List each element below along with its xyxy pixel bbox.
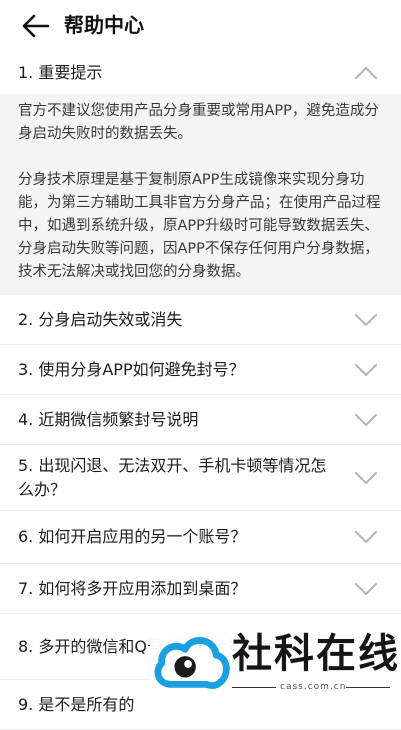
faq-item-label: 3. 使用分身APP如何避免封号？ [18, 359, 245, 379]
divider [346, 687, 390, 688]
answer-paragraph: 官方不建议您使用产品分身重要或常用APP，避免造成分身启动失败时的数据丢失。 [18, 103, 379, 142]
faq-item-label: 5. 出现闪退、无法双开、手机卡顿等情况怎么办？ [18, 455, 327, 499]
chevron-down-icon[interactable] [355, 471, 377, 484]
watermark-url: cass.com.cn [280, 682, 347, 692]
faq-item-header[interactable]: 7. 如何将多开应用添加到桌面？ [0, 564, 401, 613]
faq-item-header[interactable]: 1. 重要提示 [0, 52, 401, 94]
faq-item-header[interactable]: 4. 近期微信频繁封号说明 [0, 395, 401, 444]
faq-item-label: 1. 重要提示 [18, 63, 103, 82]
watermark-text: 社科在线 [232, 631, 400, 677]
faq-item-3[interactable]: 3. 使用分身APP如何避免封号？ [0, 345, 401, 395]
faq-item-header[interactable]: 6. 如何开启应用的另一个账号？ [0, 511, 401, 563]
chevron-down-icon[interactable] [355, 363, 377, 376]
chevron-down-icon[interactable] [355, 313, 377, 326]
faq-item-2[interactable]: 2. 分身启动失效或消失 [0, 295, 401, 345]
watermark: 社科在线 cass.com.cn [150, 620, 401, 713]
cloud-logo-icon [154, 637, 230, 690]
header: 帮助中心 [0, 0, 401, 52]
answer-paragraph: 分身技术原理是基于复制原APP生成镜像来实现分身功能，为第三方辅助工具非官方分身… [18, 172, 381, 280]
faq-item-4[interactable]: 4. 近期微信频繁封号说明 [0, 395, 401, 445]
divider [232, 687, 276, 688]
faq-item-label: 2. 分身启动失效或消失 [18, 309, 183, 329]
chevron-down-icon[interactable] [355, 531, 377, 543]
faq-item-header[interactable]: 2. 分身启动失效或消失 [0, 295, 401, 344]
faq-item-header[interactable]: 3. 使用分身APP如何避免封号？ [0, 345, 401, 394]
chevron-down-icon[interactable] [355, 413, 377, 426]
faq-item-5[interactable]: 5. 出现闪退、无法双开、手机卡顿等情况怎么办？ [0, 445, 401, 511]
faq-item-label: 6. 如何开启应用的另一个账号？ [18, 527, 247, 546]
faq-item-label: 4. 近期微信频繁封号说明 [18, 409, 199, 429]
faq-item-7[interactable]: 7. 如何将多开应用添加到桌面？ [0, 564, 401, 614]
back-arrow-icon[interactable] [20, 12, 52, 40]
faq-item-label: 7. 如何将多开应用添加到桌面？ [18, 578, 247, 598]
chevron-down-icon[interactable] [355, 582, 377, 595]
faq-item-header[interactable]: 5. 出现闪退、无法双开、手机卡顿等情况怎么办？ [0, 445, 401, 510]
faq-item-answer: 官方不建议您使用产品分身重要或常用APP，避免造成分身启动失败时的数据丢失。 分… [0, 94, 401, 294]
chevron-up-icon[interactable] [355, 67, 377, 79]
faq-item-6[interactable]: 6. 如何开启应用的另一个账号？ [0, 511, 401, 564]
page-title: 帮助中心 [64, 13, 144, 37]
faq-item-1[interactable]: 1. 重要提示 官方不建议您使用产品分身重要或常用APP，避免造成分身启动失败时… [0, 52, 401, 295]
